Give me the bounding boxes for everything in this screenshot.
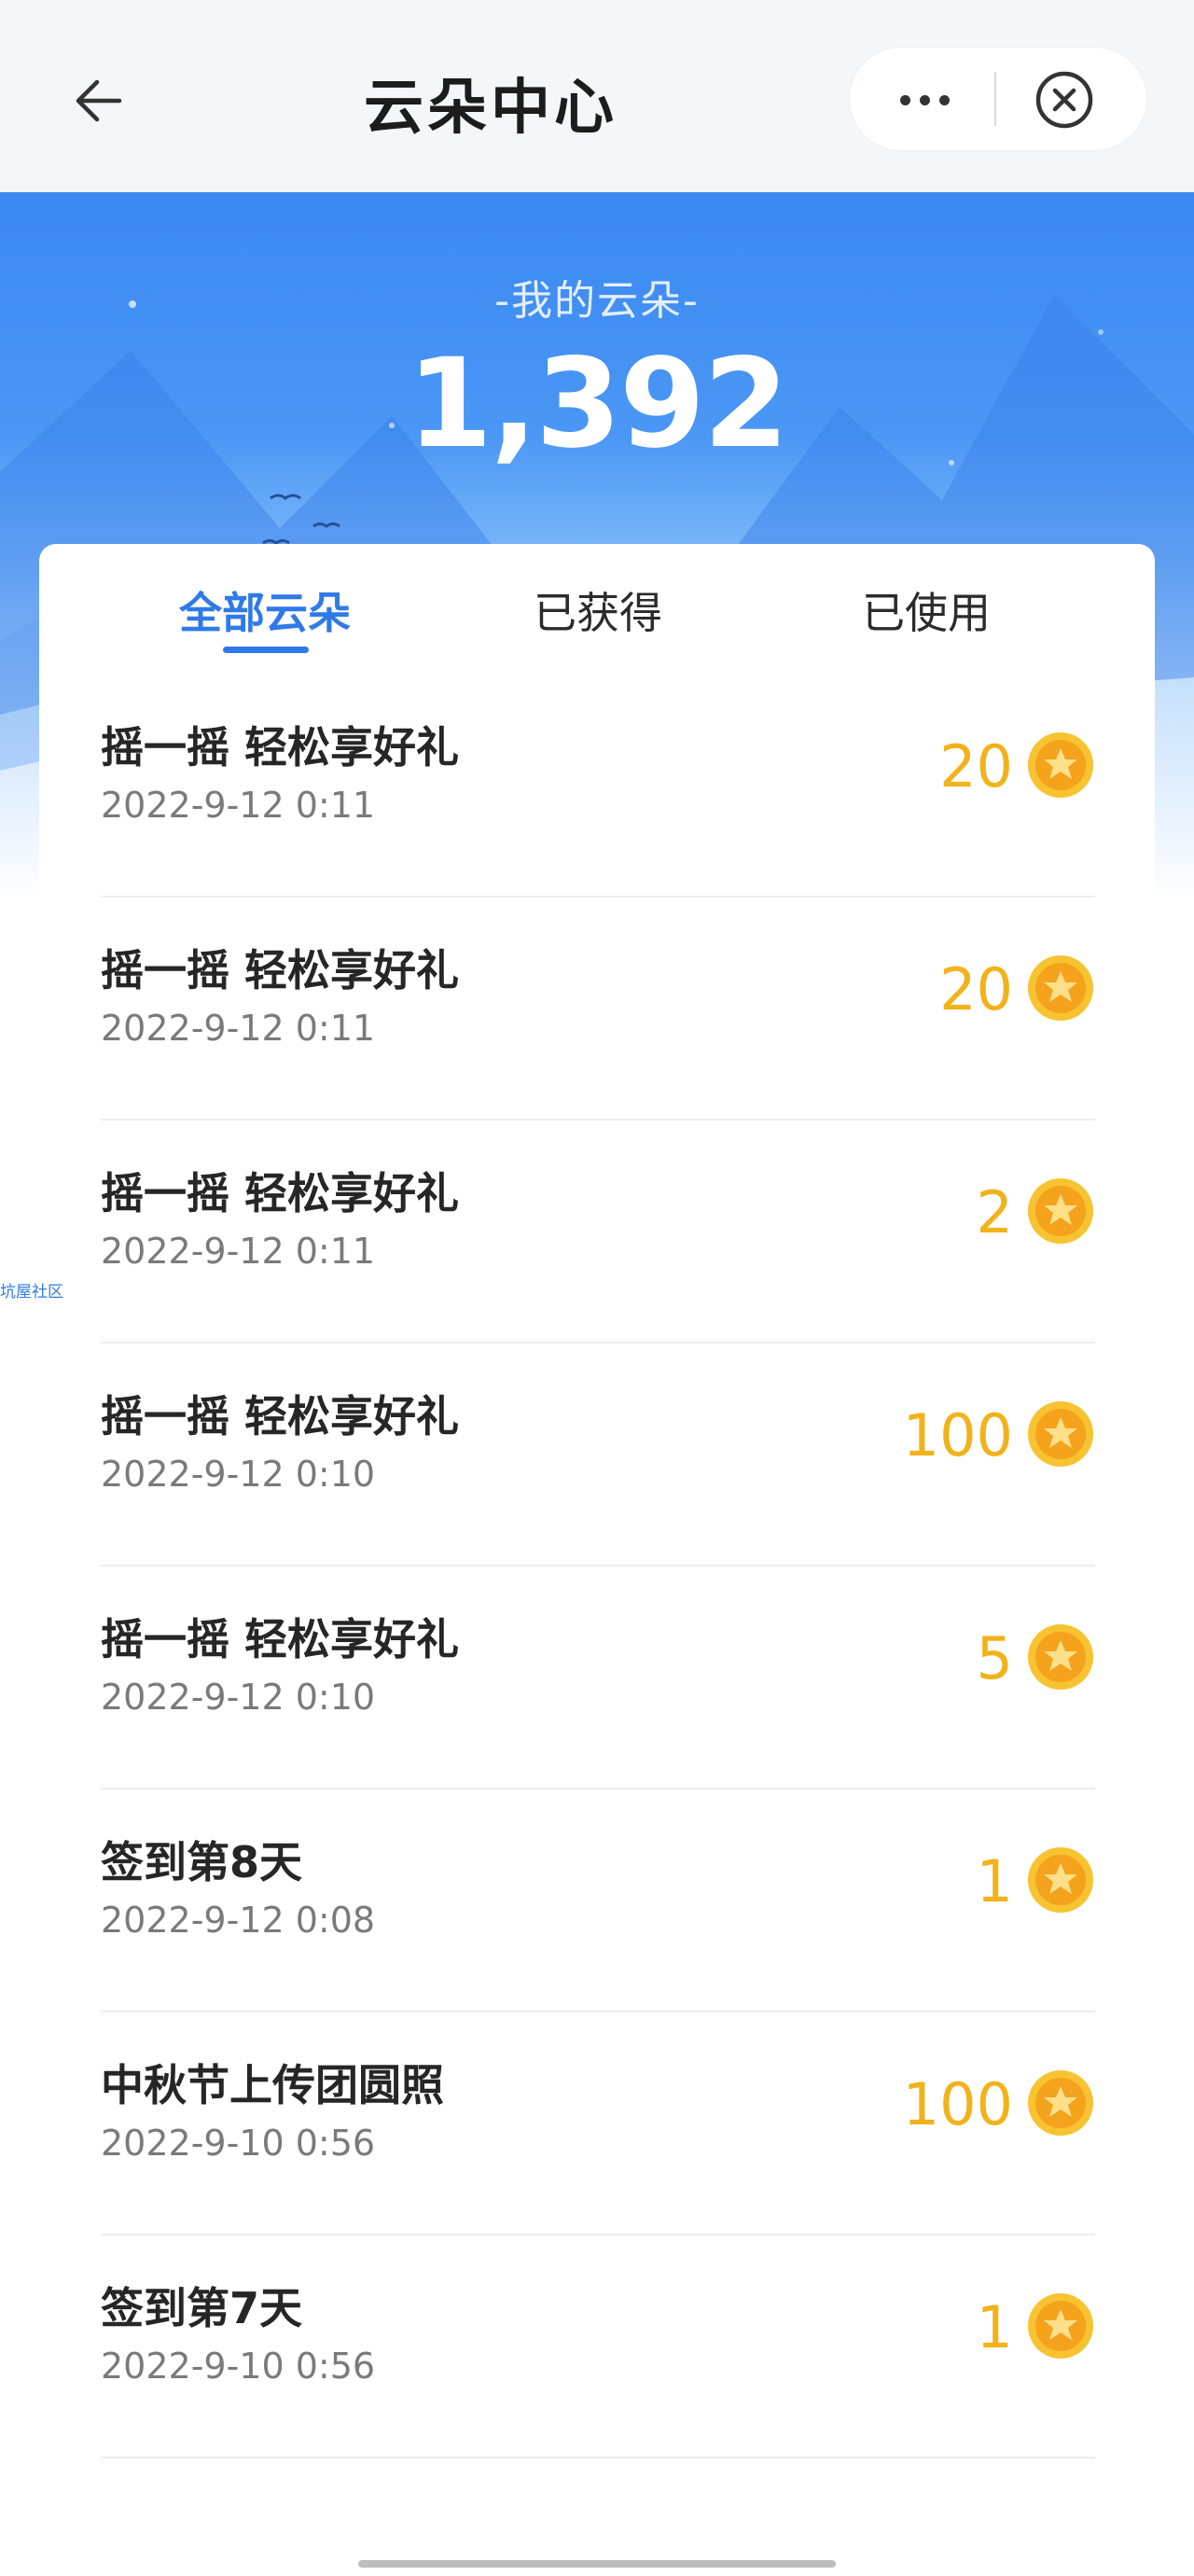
record-title: 签到第7天 xyxy=(101,2283,303,2333)
balance-value: 1,392 xyxy=(407,332,789,476)
capsule-divider xyxy=(994,72,996,126)
coin-icon xyxy=(1028,2293,1093,2359)
record-time: 2022-9-12 0:08 xyxy=(101,1900,376,1941)
record-amount: 2 xyxy=(976,1178,1013,1246)
tab-active-indicator xyxy=(223,647,309,653)
arrow-left-icon xyxy=(76,79,122,122)
tab-earned[interactable]: 已获得 xyxy=(534,579,662,641)
close-circle-icon xyxy=(1035,71,1093,129)
record-list: 摇一摇 轻松享好礼 2022-9-12 0:11 20 摇一摇 轻松享好礼 20… xyxy=(101,675,1095,2458)
list-item[interactable]: 摇一摇 轻松享好礼 2022-9-12 0:11 20 xyxy=(101,898,1095,1121)
more-dots-icon xyxy=(899,94,950,105)
record-title: 签到第8天 xyxy=(101,1837,303,1887)
list-item[interactable]: 摇一摇 轻松享好礼 2022-9-12 0:11 20 xyxy=(101,675,1095,898)
record-amount: 1 xyxy=(976,1847,1013,1915)
record-time: 2022-9-12 0:11 xyxy=(101,1231,376,1272)
tab-bar: 全部云朵 已获得 已使用 xyxy=(39,544,1155,675)
record-title: 摇一摇 轻松享好礼 xyxy=(101,1614,460,1664)
back-button[interactable] xyxy=(63,65,134,136)
record-amount: 100 xyxy=(902,2070,1013,2138)
coin-icon xyxy=(1028,732,1093,798)
record-amount: 20 xyxy=(939,955,1013,1023)
record-title: 摇一摇 轻松享好礼 xyxy=(101,1391,460,1441)
coin-icon xyxy=(1028,1624,1093,1690)
list-item[interactable]: 摇一摇 轻松享好礼 2022-9-12 0:10 100 xyxy=(101,1344,1095,1566)
page-title: 云朵中心 xyxy=(364,74,618,143)
record-time: 2022-9-12 0:10 xyxy=(101,1677,376,1718)
coin-icon xyxy=(1028,1178,1093,1244)
coin-icon xyxy=(1028,1401,1093,1467)
list-item[interactable]: 摇一摇 轻松享好礼 2022-9-12 0:10 5 xyxy=(101,1566,1095,1789)
list-item[interactable]: 摇一摇 轻松享好礼 2022-9-12 0:11 2 xyxy=(101,1121,1095,1344)
nav-bar: 云朵中心 xyxy=(0,0,1194,192)
coin-icon xyxy=(1028,1847,1093,1913)
record-title: 摇一摇 轻松享好礼 xyxy=(101,722,460,773)
record-time: 2022-9-10 0:56 xyxy=(101,2123,376,2164)
record-title: 摇一摇 轻松享好礼 xyxy=(101,1168,460,1218)
record-time: 2022-9-12 0:11 xyxy=(101,1008,376,1049)
record-time: 2022-9-12 0:11 xyxy=(101,785,376,826)
side-watermark-tag: 坑屋社区 xyxy=(0,1283,63,1302)
tab-used[interactable]: 已使用 xyxy=(862,579,991,641)
records-card: 全部云朵 已获得 已使用 摇一摇 轻松享好礼 2022-9-12 0:11 20… xyxy=(39,544,1155,2541)
record-time: 2022-9-10 0:56 xyxy=(101,2346,376,2387)
list-item[interactable]: 签到第8天 2022-9-12 0:08 1 xyxy=(101,1789,1095,2012)
coin-icon xyxy=(1028,2070,1093,2136)
mini-program-capsule xyxy=(849,47,1147,151)
more-button[interactable] xyxy=(850,48,999,152)
tab-all[interactable]: 全部云朵 xyxy=(179,579,351,641)
close-button[interactable] xyxy=(1033,68,1096,132)
record-amount: 100 xyxy=(902,1401,1013,1469)
balance-label: -我的云朵- xyxy=(494,277,700,325)
home-indicator xyxy=(358,2560,836,2568)
coin-icon xyxy=(1028,955,1093,1021)
record-amount: 20 xyxy=(939,732,1013,801)
record-time: 2022-9-12 0:10 xyxy=(101,1454,376,1495)
record-title: 中秋节上传团圆照 xyxy=(101,2060,444,2110)
record-amount: 1 xyxy=(976,2293,1013,2361)
record-amount: 5 xyxy=(976,1624,1013,1692)
list-item[interactable]: 中秋节上传团圆照 2022-9-10 0:56 100 xyxy=(101,2012,1095,2235)
record-title: 摇一摇 轻松享好礼 xyxy=(101,945,460,996)
list-item[interactable]: 签到第7天 2022-9-10 0:56 1 xyxy=(101,2235,1095,2458)
